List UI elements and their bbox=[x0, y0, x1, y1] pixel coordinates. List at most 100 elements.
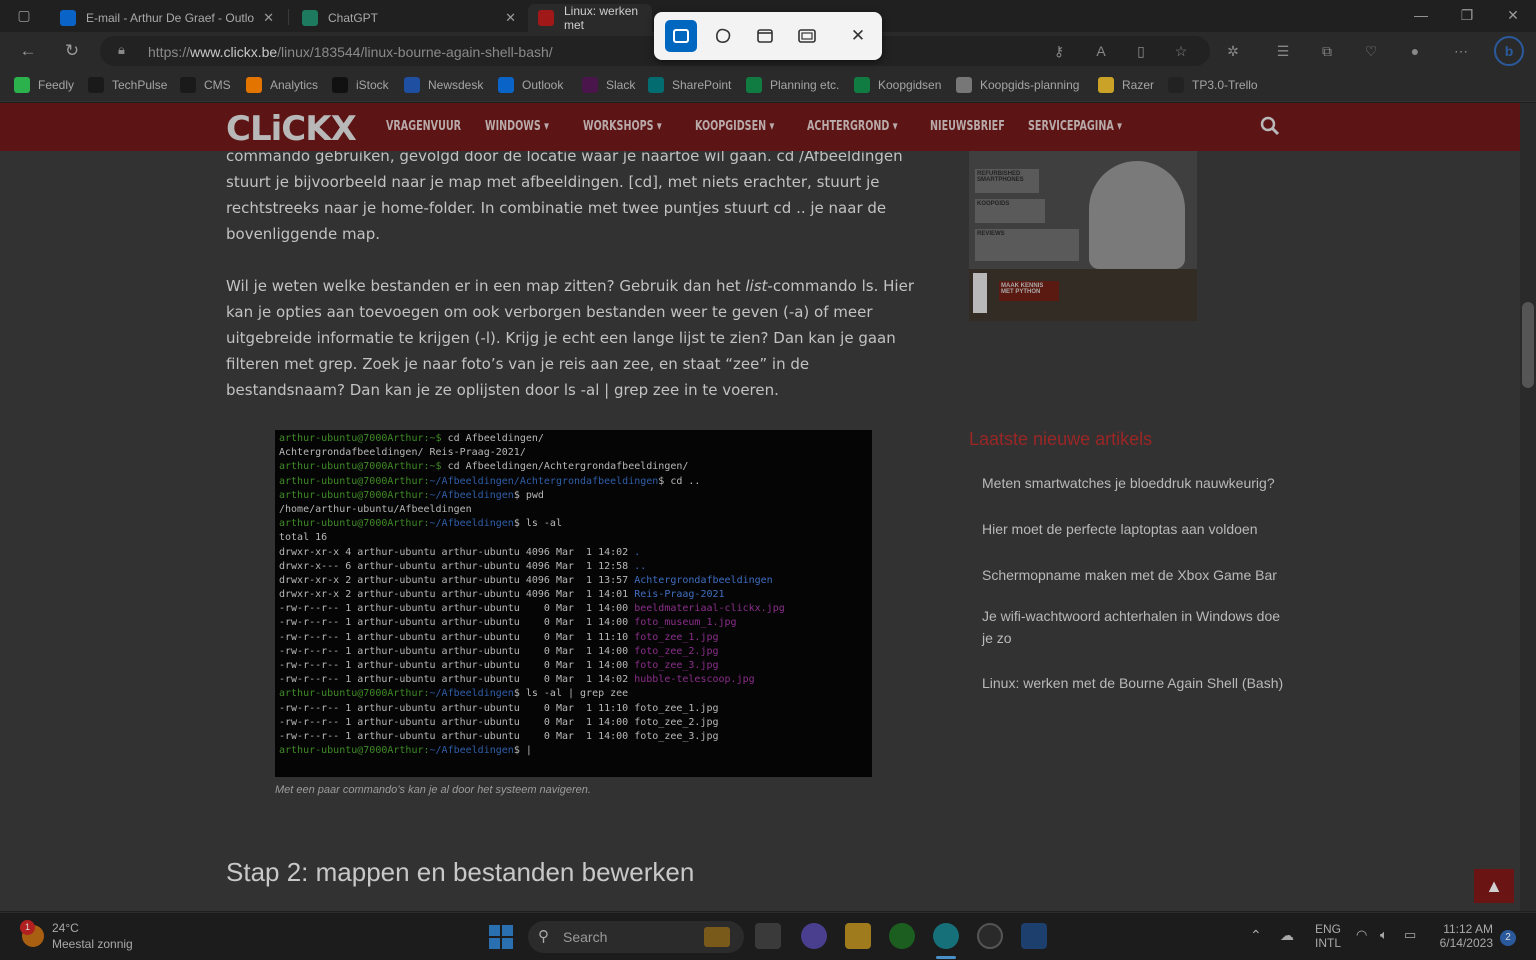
taskbar-search[interactable]: ⚲ Search bbox=[528, 921, 744, 953]
close-window-button[interactable]: ✕ bbox=[1490, 0, 1536, 32]
sidebar-article-link[interactable]: Meten smartwatches je bloeddruk nauwkeur… bbox=[982, 472, 1292, 494]
onedrive-icon[interactable]: ☁ bbox=[1280, 927, 1294, 944]
tab-clickx-active[interactable]: Linux: werken met bbox=[528, 4, 652, 32]
menu-servicepagina[interactable]: SERVICEPAGINA ▾ bbox=[1028, 119, 1122, 134]
bookmark-item[interactable]: Outlook bbox=[498, 77, 563, 93]
more-icon[interactable]: ⋯ bbox=[1448, 38, 1474, 64]
terminal-line: Achtergrondafbeeldingen/ Reis-Praag-2021… bbox=[279, 447, 526, 459]
terminal-line: -rw-r--r-- 1 arthur-ubuntu arthur-ubuntu… bbox=[279, 674, 755, 686]
magazine-ad[interactable]: REFURBISHED SMARTPHONES KOOPGIDS REVIEWS… bbox=[969, 151, 1197, 321]
reader-mode-icon[interactable]: ▯ bbox=[1128, 38, 1154, 64]
bookmark-label: Feedly bbox=[38, 78, 75, 92]
file-explorer-icon[interactable] bbox=[845, 923, 871, 949]
wifi-icon[interactable]: ◠ bbox=[1356, 927, 1367, 943]
site-header: CLiCKX VRAGENVUUR WINDOWS ▾ WORKSHOPS ▾ … bbox=[0, 103, 1520, 151]
close-snip-button[interactable]: ✕ bbox=[842, 20, 874, 52]
read-aloud-icon[interactable]: A bbox=[1088, 38, 1114, 64]
teams-chat-icon[interactable] bbox=[801, 923, 827, 949]
task-view-icon[interactable] bbox=[755, 923, 781, 949]
xbox-icon[interactable] bbox=[889, 923, 915, 949]
extensions-icon[interactable]: ✲ bbox=[1220, 38, 1246, 64]
bookmark-item[interactable]: Planning etc. bbox=[746, 77, 839, 93]
restore-button[interactable]: ❐ bbox=[1444, 0, 1490, 32]
bookmark-favicon-icon bbox=[404, 77, 420, 93]
bookmark-item[interactable]: Newsdesk bbox=[404, 77, 483, 93]
scrollbar-thumb[interactable] bbox=[1522, 302, 1534, 388]
bookmarks-bar: Feedly TechPulse CMS Analytics iStock Newsdes… bbox=[0, 70, 1536, 102]
weather-widget[interactable]: 1 24°C Meestal zonnig bbox=[20, 920, 133, 952]
calculator-icon[interactable] bbox=[1021, 923, 1047, 949]
bookmark-item[interactable]: Koopgids-planning bbox=[956, 77, 1079, 93]
refresh-button[interactable]: ↻ bbox=[58, 38, 86, 64]
back-button[interactable]: ← bbox=[14, 38, 42, 64]
bookmark-favicon-icon bbox=[1168, 77, 1184, 93]
sidebar-article-link[interactable]: Hier moet de perfecte laptoptas aan vold… bbox=[982, 518, 1292, 540]
bookmark-favicon-icon bbox=[956, 77, 972, 93]
window-snip-icon[interactable] bbox=[749, 20, 781, 52]
battery-icon[interactable]: ▭ bbox=[1404, 927, 1416, 943]
rectangle-snip-icon[interactable] bbox=[665, 20, 697, 52]
profile-icon[interactable]: ● bbox=[1402, 38, 1428, 64]
bookmark-favicon-icon bbox=[1098, 77, 1114, 93]
site-search-icon[interactable] bbox=[1259, 115, 1281, 137]
ad-line: REFURBISHED SMARTPHONES bbox=[975, 169, 1039, 193]
sidebar-article-link[interactable]: Je wifi-wachtwoord achterhalen in Window… bbox=[982, 605, 1292, 649]
url-text: https://www.clickx.be/linux/183544/linux… bbox=[148, 44, 553, 60]
barcode-icon bbox=[973, 273, 987, 313]
bookmark-item[interactable]: Koopgidsen bbox=[854, 77, 941, 93]
bookmark-item[interactable]: SharePoint bbox=[648, 77, 731, 93]
sidebar-title: Laatste nieuwe artikels bbox=[969, 429, 1153, 449]
bookmark-item[interactable]: Feedly bbox=[14, 77, 74, 93]
menu-vragenvuur[interactable]: VRAGENVUUR bbox=[386, 119, 461, 134]
bookmark-item[interactable]: Slack bbox=[582, 77, 635, 93]
volume-icon[interactable]: 🔈︎ bbox=[1380, 927, 1388, 943]
sidebar-article-link[interactable]: Linux: werken met de Bourne Again Shell … bbox=[982, 672, 1292, 694]
favorites-icon[interactable]: ☰ bbox=[1270, 38, 1296, 64]
terminal-screenshot: arthur-ubuntu@7000Arthur:~$ cd Afbeeldin… bbox=[275, 430, 872, 777]
menu-workshops[interactable]: WORKSHOPS ▾ bbox=[583, 119, 662, 134]
tab-outlook[interactable]: E-mail - Arthur De Graef - Outlo ✕ bbox=[50, 4, 284, 32]
clock[interactable]: 11:12 AM 6/14/2023 bbox=[1437, 922, 1493, 950]
bookmark-item[interactable]: TechPulse bbox=[88, 77, 167, 93]
bookmark-item[interactable]: Razer bbox=[1098, 77, 1154, 93]
bing-chat-icon[interactable]: b bbox=[1494, 36, 1524, 66]
minimize-button[interactable]: — bbox=[1398, 0, 1444, 32]
back-to-top-button[interactable]: ▲ bbox=[1474, 869, 1514, 903]
tab-close-icon[interactable]: ✕ bbox=[505, 10, 516, 26]
start-button[interactable] bbox=[489, 925, 513, 949]
bookmark-item[interactable]: TP3.0-Trello bbox=[1168, 77, 1258, 93]
bookmark-item[interactable]: CMS bbox=[180, 77, 231, 93]
edge-icon[interactable] bbox=[933, 923, 959, 949]
clickx-logo[interactable]: CLiCKX bbox=[226, 109, 357, 149]
tab-separator bbox=[288, 9, 289, 25]
menu-achtergrond[interactable]: ACHTERGROND ▾ bbox=[807, 119, 898, 134]
article-paragraph: Wil je weten welke bestanden er in een m… bbox=[226, 277, 914, 399]
menu-koopgidsen[interactable]: KOOPGIDSEN ▾ bbox=[695, 119, 774, 134]
tab-actions-icon[interactable]: ▢ bbox=[4, 0, 44, 32]
key-icon[interactable]: ⚷ bbox=[1046, 38, 1072, 64]
performance-icon[interactable]: ♡ bbox=[1358, 38, 1384, 64]
tab-close-icon[interactable]: ✕ bbox=[263, 10, 274, 26]
notification-center-badge[interactable]: 2 bbox=[1500, 930, 1516, 946]
bookmark-favicon-icon bbox=[582, 77, 598, 93]
tab-chatgpt[interactable]: ChatGPT ✕ bbox=[292, 4, 526, 32]
show-hidden-icons[interactable]: ⌃ bbox=[1250, 927, 1262, 944]
obs-icon[interactable] bbox=[977, 923, 1003, 949]
sidebar-article-link[interactable]: Schermopname maken met de Xbox Game Bar bbox=[982, 564, 1292, 586]
ad-line: REVIEWS bbox=[975, 229, 1079, 261]
favorite-star-icon[interactable]: ☆ bbox=[1168, 38, 1194, 64]
menu-windows[interactable]: WINDOWS ▾ bbox=[485, 119, 549, 134]
bookmark-label: Newsdesk bbox=[428, 78, 484, 92]
freeform-snip-icon[interactable] bbox=[707, 20, 739, 52]
fullscreen-snip-icon[interactable] bbox=[791, 20, 823, 52]
bookmark-label: Planning etc. bbox=[770, 78, 840, 92]
search-placeholder: Search bbox=[563, 929, 608, 945]
page-scrollbar[interactable] bbox=[1520, 103, 1536, 911]
bookmark-favicon-icon bbox=[332, 77, 348, 93]
tab-label: ChatGPT bbox=[328, 11, 379, 25]
bookmark-item[interactable]: Analytics bbox=[246, 77, 318, 93]
menu-nieuwsbrief[interactable]: NIEUWSBRIEF bbox=[930, 119, 1005, 134]
language-indicator[interactable]: ENG INTL bbox=[1315, 922, 1341, 950]
bookmark-item[interactable]: iStock bbox=[332, 77, 389, 93]
collections-icon[interactable]: ⧉ bbox=[1314, 38, 1340, 64]
